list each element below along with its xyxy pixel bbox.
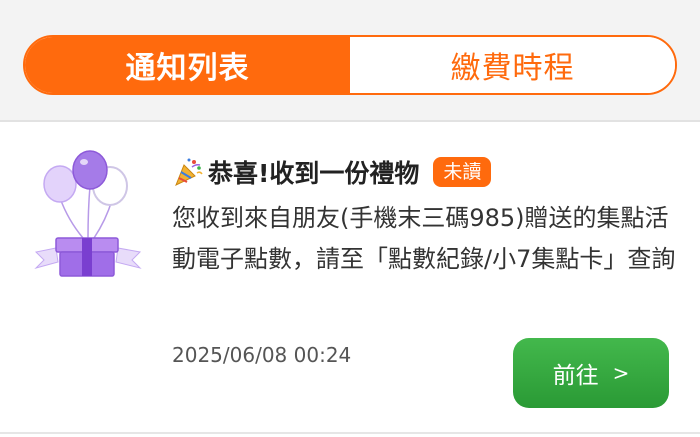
tab-notification-list[interactable]: 通知列表 (25, 37, 350, 93)
go-button[interactable]: 前往 > (513, 338, 669, 408)
tab-payment-schedule[interactable]: 繳費時程 (350, 37, 675, 93)
notification-timestamp: 2025/06/08 00:24 (172, 343, 352, 367)
notification-title: 恭喜!收到一份禮物 (208, 159, 420, 188)
gift-balloons-illustration (34, 150, 142, 277)
tab-bar-area: 通知列表 繳費時程 (0, 0, 700, 120)
go-button-label: 前往 (552, 363, 599, 389)
unread-badge: 未讀 (433, 157, 492, 187)
notification-card[interactable]: 恭喜!收到一份禮物 未讀 您收到來自朋友(手機末三碼985)贈送的集點活動電子點… (0, 122, 700, 437)
chevron-right-icon: > (612, 361, 630, 385)
notification-body: 您收到來自朋友(手機末三碼985)贈送的集點活動電子點數，請至「點數紀錄/小7集… (172, 204, 676, 273)
party-popper-icon (175, 158, 203, 186)
notification-title-row: 恭喜!收到一份禮物 未讀 (172, 152, 492, 192)
divider (0, 432, 700, 434)
segmented-control: 通知列表 繳費時程 (23, 35, 677, 95)
